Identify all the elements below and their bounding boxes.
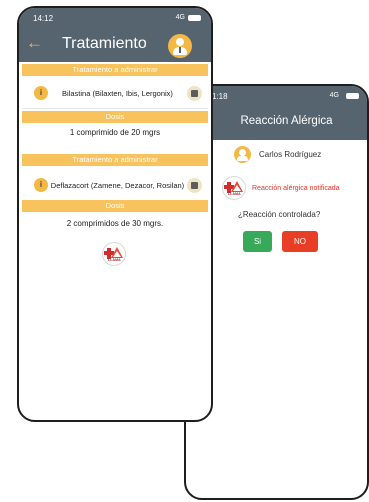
status-time: 14:12 [33, 14, 54, 23]
reaction-header: Reacción Alérgica [186, 106, 367, 140]
treatment-header-bar: Tratamiento a administrar [22, 64, 208, 76]
allergy-logo-icon: LLAMA [222, 176, 246, 200]
dose-header-bar: Dosis [22, 111, 208, 123]
signal-indicator: 4G [329, 92, 339, 99]
treatment-header-bar: Tratamiento a administrar [22, 154, 208, 166]
battery-icon [346, 93, 359, 99]
allergy-logo-icon[interactable]: LLAMA [102, 242, 126, 266]
dose-header-bar: Dosis [22, 200, 208, 212]
no-button[interactable]: NO [282, 231, 318, 252]
logo-label: LLAMA [108, 258, 121, 262]
patient-avatar-icon [234, 146, 251, 163]
logo-label: LLAMA [228, 192, 241, 196]
status-bar: 14:12 4G [19, 8, 211, 28]
divider [22, 108, 208, 109]
treatment-header: ← Tratamiento [19, 28, 211, 62]
medication-row: i Deflazacort (Zamene, Dezacor, Rosilan) [22, 168, 208, 202]
status-bar: 1:18 4G [186, 86, 367, 106]
back-arrow-icon[interactable]: ← [26, 34, 43, 52]
dose-text: 2 comprimidos de 30 mgrs. [66, 219, 164, 228]
alert-row: LLAMA Reacción alérgica notificada [222, 176, 340, 200]
dose-text: 1 comprimido de 20 mgrs [69, 128, 161, 137]
medication-name: Deflazacort (Zamene, Dezacor, Rosilan) [50, 180, 185, 190]
info-icon[interactable]: i [34, 178, 48, 192]
info-icon[interactable]: i [34, 86, 48, 100]
reaction-question: ¿Reacción controlada? [238, 210, 321, 219]
medication-name: Bilastina (Bilaxten, Ibis, Lergonix) [62, 88, 173, 98]
patient-row: Carlos Rodríguez [234, 146, 321, 163]
pharmacy-icon[interactable] [187, 177, 202, 193]
yes-button[interactable]: Si [243, 231, 272, 252]
medication-row: i Bilastina (Bilaxten, Ibis, Lergonix) [22, 80, 208, 106]
signal-indicator: 4G [175, 14, 185, 21]
page-title: Tratamiento [62, 35, 147, 52]
reaction-title: Reacción Alérgica [240, 115, 333, 127]
patient-name: Carlos Rodríguez [259, 150, 322, 159]
treatment-phone: 14:12 4G ← Tratamiento Tratamiento a adm… [17, 6, 213, 422]
pharmacy-icon[interactable] [187, 85, 202, 101]
status-time: 1:18 [212, 92, 228, 101]
doctor-avatar-icon[interactable] [168, 34, 192, 58]
alert-text: Reacción alérgica notificada [252, 184, 340, 192]
battery-icon [188, 15, 201, 21]
